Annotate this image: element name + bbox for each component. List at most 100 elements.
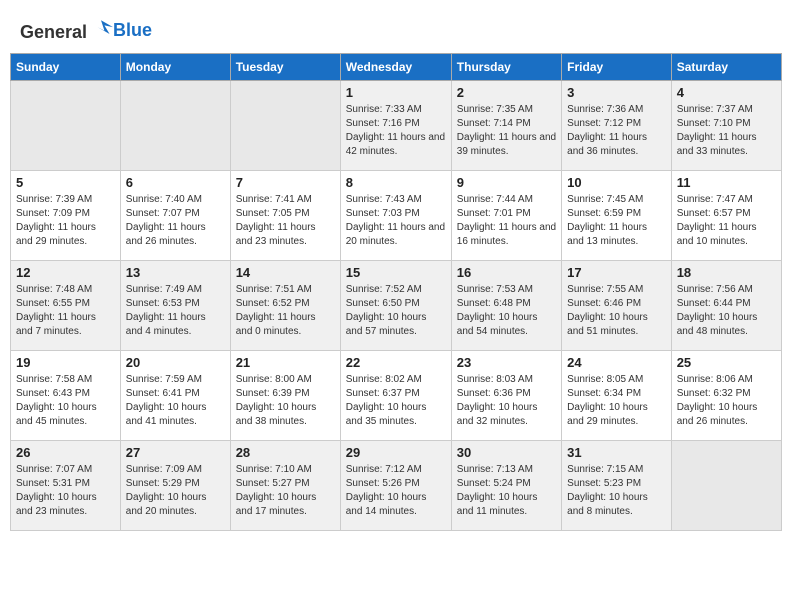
day-detail: Sunrise: 7:39 AM Sunset: 7:09 PM Dayligh… (16, 193, 115, 249)
calendar-cell: 22 Sunrise: 8:02 AM Sunset: 6:37 PM Dayli… (340, 351, 451, 441)
calendar-cell: 8Sunrise: 7:43 AM Sunset: 7:03 PM Daylig… (340, 171, 451, 261)
calendar-cell: 1 Sunrise: 7:33 AM Sunset: 7:16 PM Daylig… (340, 81, 451, 171)
calendar-cell: 12 Sunrise: 7:48 AM Sunset: 6:55 PM Dayli… (11, 261, 121, 351)
calendar-cell: 5 Sunrise: 7:39 AM Sunset: 7:09 PM Daylig… (11, 171, 121, 261)
calendar-cell: 14Sunrise: 7:51 AM Sunset: 6:52 PM Dayli… (230, 261, 340, 351)
day-detail: Sunrise: 8:05 AM Sunset: 6:34 PM Dayligh… (567, 373, 666, 429)
day-detail: Sunrise: 8:00 AM Sunset: 6:39 PM Dayligh… (236, 373, 335, 429)
calendar-cell: 31 Sunrise: 7:15 AM Sunset: 5:23 PM Dayli… (562, 441, 672, 531)
day-detail: Sunrise: 7:35 AM Sunset: 7:14 PM Dayligh… (457, 103, 556, 159)
day-number: 27 (126, 445, 225, 460)
calendar-header-row: SundayMondayTuesdayWednesdayThursdayFrid… (11, 54, 782, 81)
calendar-cell: 13 Sunrise: 7:49 AM Sunset: 6:53 PM Dayli… (120, 261, 230, 351)
calendar-cell: 6Sunrise: 7:40 AM Sunset: 7:07 PM Daylig… (120, 171, 230, 261)
calendar-cell: 15Sunrise: 7:52 AM Sunset: 6:50 PM Dayli… (340, 261, 451, 351)
day-detail: Sunrise: 7:51 AM Sunset: 6:52 PM Dayligh… (236, 283, 335, 339)
day-detail: Sunrise: 8:02 AM Sunset: 6:37 PM Dayligh… (346, 373, 446, 429)
day-detail: Sunrise: 7:43 AM Sunset: 7:03 PM Dayligh… (346, 193, 446, 249)
day-detail: Sunrise: 8:06 AM Sunset: 6:32 PM Dayligh… (677, 373, 776, 429)
day-detail: Sunrise: 7:40 AM Sunset: 7:07 PM Dayligh… (126, 193, 225, 249)
weekday-header-thursday: Thursday (451, 54, 561, 81)
day-number: 24 (567, 355, 666, 370)
calendar-week-row: 5 Sunrise: 7:39 AM Sunset: 7:09 PM Daylig… (11, 171, 782, 261)
calendar-cell: 29Sunrise: 7:12 AM Sunset: 5:26 PM Dayli… (340, 441, 451, 531)
calendar-cell (230, 81, 340, 171)
day-detail: Sunrise: 7:12 AM Sunset: 5:26 PM Dayligh… (346, 463, 446, 519)
calendar-week-row: 1 Sunrise: 7:33 AM Sunset: 7:16 PM Daylig… (11, 81, 782, 171)
day-detail: Sunrise: 7:15 AM Sunset: 5:23 PM Dayligh… (567, 463, 666, 519)
calendar-cell: 3Sunrise: 7:36 AM Sunset: 7:12 PM Daylig… (562, 81, 672, 171)
weekday-header-wednesday: Wednesday (340, 54, 451, 81)
logo-text-general: General (20, 22, 87, 42)
day-number: 21 (236, 355, 335, 370)
calendar-cell: 27 Sunrise: 7:09 AM Sunset: 5:29 PM Dayli… (120, 441, 230, 531)
logo-bird-icon (89, 18, 113, 38)
weekday-header-sunday: Sunday (11, 54, 121, 81)
day-number: 10 (567, 175, 666, 190)
logo-blue-text: Blue (113, 20, 152, 41)
day-number: 2 (457, 85, 556, 100)
day-number: 11 (677, 175, 776, 190)
day-detail: Sunrise: 7:56 AM Sunset: 6:44 PM Dayligh… (677, 283, 776, 339)
calendar-cell: 19 Sunrise: 7:58 AM Sunset: 6:43 PM Dayli… (11, 351, 121, 441)
calendar-cell: 10 Sunrise: 7:45 AM Sunset: 6:59 PM Dayli… (562, 171, 672, 261)
day-number: 5 (16, 175, 115, 190)
calendar-cell: 17 Sunrise: 7:55 AM Sunset: 6:46 PM Dayli… (562, 261, 672, 351)
header: General Blue (10, 10, 782, 43)
day-number: 13 (126, 265, 225, 280)
day-detail: Sunrise: 7:47 AM Sunset: 6:57 PM Dayligh… (677, 193, 776, 249)
weekday-header-saturday: Saturday (671, 54, 781, 81)
logo-general-text: General (20, 18, 113, 43)
day-detail: Sunrise: 7:13 AM Sunset: 5:24 PM Dayligh… (457, 463, 556, 519)
weekday-header-monday: Monday (120, 54, 230, 81)
calendar-cell: 7Sunrise: 7:41 AM Sunset: 7:05 PM Daylig… (230, 171, 340, 261)
calendar-cell (11, 81, 121, 171)
day-detail: Sunrise: 7:33 AM Sunset: 7:16 PM Dayligh… (346, 103, 446, 159)
day-number: 31 (567, 445, 666, 460)
calendar-cell: 18 Sunrise: 7:56 AM Sunset: 6:44 PM Dayli… (671, 261, 781, 351)
day-detail: Sunrise: 8:03 AM Sunset: 6:36 PM Dayligh… (457, 373, 556, 429)
weekday-header-friday: Friday (562, 54, 672, 81)
day-number: 1 (346, 85, 446, 100)
calendar-table: SundayMondayTuesdayWednesdayThursdayFrid… (10, 53, 782, 531)
day-number: 9 (457, 175, 556, 190)
day-detail: Sunrise: 7:09 AM Sunset: 5:29 PM Dayligh… (126, 463, 225, 519)
calendar-cell: 2 Sunrise: 7:35 AM Sunset: 7:14 PM Daylig… (451, 81, 561, 171)
calendar-cell: 11 Sunrise: 7:47 AM Sunset: 6:57 PM Dayli… (671, 171, 781, 261)
day-detail: Sunrise: 7:55 AM Sunset: 6:46 PM Dayligh… (567, 283, 666, 339)
calendar-cell: 25 Sunrise: 8:06 AM Sunset: 6:32 PM Dayli… (671, 351, 781, 441)
day-detail: Sunrise: 7:45 AM Sunset: 6:59 PM Dayligh… (567, 193, 666, 249)
calendar-cell: 20Sunrise: 7:59 AM Sunset: 6:41 PM Dayli… (120, 351, 230, 441)
day-number: 25 (677, 355, 776, 370)
day-number: 30 (457, 445, 556, 460)
calendar-cell: 28Sunrise: 7:10 AM Sunset: 5:27 PM Dayli… (230, 441, 340, 531)
day-number: 28 (236, 445, 335, 460)
day-detail: Sunrise: 7:37 AM Sunset: 7:10 PM Dayligh… (677, 103, 776, 159)
calendar-cell: 26Sunrise: 7:07 AM Sunset: 5:31 PM Dayli… (11, 441, 121, 531)
day-detail: Sunrise: 7:58 AM Sunset: 6:43 PM Dayligh… (16, 373, 115, 429)
day-detail: Sunrise: 7:36 AM Sunset: 7:12 PM Dayligh… (567, 103, 666, 159)
calendar-cell: 9 Sunrise: 7:44 AM Sunset: 7:01 PM Daylig… (451, 171, 561, 261)
calendar-cell: 4 Sunrise: 7:37 AM Sunset: 7:10 PM Daylig… (671, 81, 781, 171)
day-number: 17 (567, 265, 666, 280)
calendar-cell: 30 Sunrise: 7:13 AM Sunset: 5:24 PM Dayli… (451, 441, 561, 531)
day-detail: Sunrise: 7:44 AM Sunset: 7:01 PM Dayligh… (457, 193, 556, 249)
day-detail: Sunrise: 7:49 AM Sunset: 6:53 PM Dayligh… (126, 283, 225, 339)
day-number: 16 (457, 265, 556, 280)
calendar-cell: 24 Sunrise: 8:05 AM Sunset: 6:34 PM Dayli… (562, 351, 672, 441)
calendar-cell: 16 Sunrise: 7:53 AM Sunset: 6:48 PM Dayli… (451, 261, 561, 351)
day-number: 12 (16, 265, 115, 280)
day-detail: Sunrise: 7:53 AM Sunset: 6:48 PM Dayligh… (457, 283, 556, 339)
day-detail: Sunrise: 7:48 AM Sunset: 6:55 PM Dayligh… (16, 283, 115, 339)
day-number: 22 (346, 355, 446, 370)
day-number: 26 (16, 445, 115, 460)
calendar-cell (120, 81, 230, 171)
day-detail: Sunrise: 7:52 AM Sunset: 6:50 PM Dayligh… (346, 283, 446, 339)
day-number: 19 (16, 355, 115, 370)
day-number: 20 (126, 355, 225, 370)
logo: General Blue (20, 18, 152, 43)
day-number: 18 (677, 265, 776, 280)
calendar-cell (671, 441, 781, 531)
day-number: 4 (677, 85, 776, 100)
weekday-header-tuesday: Tuesday (230, 54, 340, 81)
